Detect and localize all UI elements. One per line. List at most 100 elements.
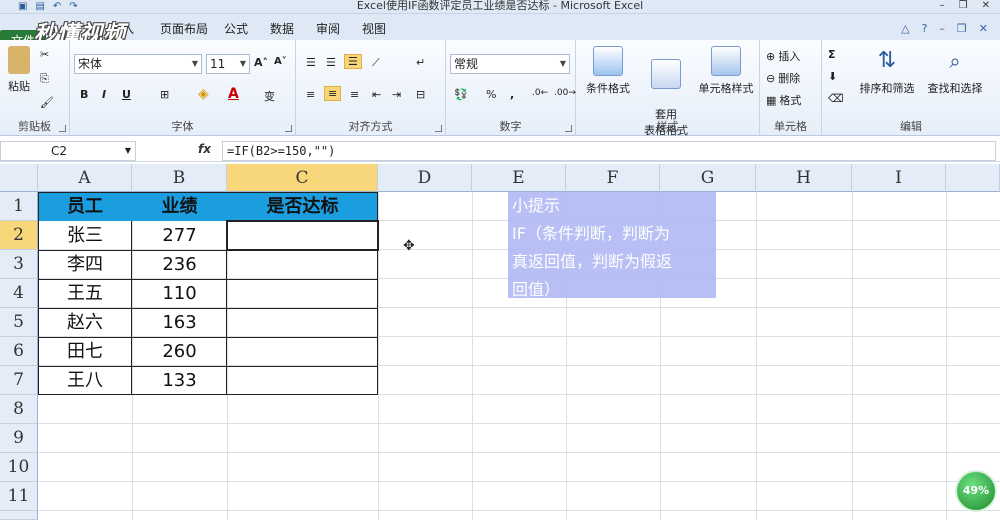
column-header-c[interactable]: C — [227, 164, 378, 192]
close-icon[interactable]: ✕ — [982, 0, 990, 11]
minimize-icon[interactable]: – — [940, 0, 945, 11]
help-icon[interactable]: ? — [922, 22, 928, 35]
group-font: 宋体 ▼ 11 ▼ A˄ A˅ B I U ⊞ ◈ A 变 字体 — [70, 40, 296, 136]
cell-styles-button[interactable]: 单元格样式 — [694, 46, 758, 96]
row-header-12[interactable] — [0, 511, 38, 520]
column-header-i[interactable]: I — [852, 164, 946, 192]
sort-filter-button[interactable]: ⇅ 排序和筛选 — [854, 46, 920, 96]
column-header-f[interactable]: F — [566, 164, 660, 192]
row-header-5[interactable]: 5 — [0, 308, 38, 337]
find-select-label: 查找和选择 — [927, 82, 983, 95]
collapse-ribbon-icon[interactable]: △ — [901, 22, 909, 35]
row-header-10[interactable]: 10 — [0, 453, 38, 482]
restore-icon[interactable]: ❐ — [959, 0, 968, 11]
decrease-indent-icon[interactable]: ⇤ — [372, 88, 381, 101]
format-as-table-icon — [651, 59, 681, 89]
font-size-select[interactable]: 11 ▼ — [206, 54, 250, 74]
gridline — [38, 452, 1000, 453]
number-launcher-icon[interactable] — [565, 125, 572, 132]
align-left-icon[interactable]: ≡ — [306, 88, 315, 101]
chevron-down-icon: ▼ — [124, 146, 131, 155]
insert-cells-label: 插入 — [778, 50, 801, 63]
tab-page-layout[interactable]: 页面布局 — [160, 20, 208, 37]
increase-decimal-icon[interactable]: .0← — [532, 88, 548, 98]
delete-cells-label: 删除 — [778, 72, 801, 85]
row-header-7[interactable]: 7 — [0, 366, 38, 395]
decrease-decimal-icon[interactable]: .00→ — [554, 88, 576, 98]
fill-icon[interactable]: ⬇ — [828, 70, 837, 83]
select-all-corner[interactable] — [0, 164, 38, 192]
align-center-icon[interactable]: ≡ — [324, 86, 342, 101]
clipboard-launcher-icon[interactable] — [59, 125, 66, 132]
row-header-3[interactable]: 3 — [0, 250, 38, 279]
alignment-group-label: 对齐方式 — [348, 120, 393, 133]
insert-cells-button[interactable]: ⊕ 插入 — [766, 48, 800, 64]
doc-minimize-icon[interactable]: – — [939, 22, 945, 35]
copy-icon[interactable]: ⎘ — [40, 72, 49, 86]
doc-close-icon[interactable]: ✕ — [979, 22, 988, 35]
column-header-j[interactable] — [946, 164, 1000, 192]
row-header-6[interactable]: 6 — [0, 337, 38, 366]
increase-indent-icon[interactable]: ⇥ — [392, 88, 401, 101]
align-top-icon[interactable]: ☰ — [306, 56, 316, 69]
percent-button[interactable]: % — [486, 88, 496, 101]
delete-cells-button[interactable]: ⊖ 删除 — [766, 70, 800, 86]
insert-function-button[interactable]: fx — [198, 142, 211, 156]
name-box[interactable]: C2 ▼ — [0, 141, 136, 161]
format-painter-icon[interactable]: 🖌 — [40, 96, 54, 109]
doc-restore-icon[interactable]: ❐ — [957, 22, 967, 35]
autosum-icon[interactable]: Σ — [828, 48, 836, 61]
editing-group-label: 编辑 — [900, 120, 922, 133]
shrink-font-icon[interactable]: A˅ — [274, 56, 287, 67]
row-header-1[interactable]: 1 — [0, 192, 38, 221]
paste-button[interactable]: 粘贴 — [4, 46, 34, 94]
progress-badge: 49% — [955, 470, 997, 512]
tip-textbox[interactable]: 小提示 IF（条件判断，判断为 真返回值，判断为假返 回值） — [508, 192, 716, 299]
conditional-format-button[interactable]: 条件格式 — [580, 46, 636, 96]
group-clipboard: 粘贴 ✂ ⎘ 🖌 剪贴板 — [0, 40, 70, 136]
alignment-launcher-icon[interactable] — [435, 125, 442, 132]
currency-icon[interactable]: 💱 — [454, 88, 468, 101]
column-header-b[interactable]: B — [132, 164, 227, 192]
row-header-11[interactable]: 11 — [0, 482, 38, 511]
merge-center-icon[interactable]: ⊟ — [416, 88, 425, 101]
cut-icon[interactable]: ✂ — [40, 48, 49, 61]
grow-font-icon[interactable]: A˄ — [254, 56, 268, 69]
tab-review[interactable]: 审阅 — [316, 20, 340, 37]
align-middle-icon[interactable]: ☰ — [326, 56, 336, 69]
column-header-a[interactable]: A — [38, 164, 132, 192]
column-header-g[interactable]: G — [660, 164, 756, 192]
ribbon-tabs: 文件 插入 页面布局 公式 数据 审阅 视图 △ ? – ❐ ✕ — [0, 14, 1000, 54]
font-name-select[interactable]: 宋体 ▼ — [74, 54, 202, 74]
tab-data[interactable]: 数据 — [270, 20, 294, 37]
find-select-button[interactable]: ⌕ 查找和选择 — [922, 46, 988, 96]
clear-icon[interactable]: ⌫ — [828, 92, 844, 105]
row-header-4[interactable]: 4 — [0, 279, 38, 308]
fill-color-icon[interactable]: ◈ — [198, 86, 209, 102]
wrap-text-icon[interactable]: ↵ — [416, 56, 425, 69]
row-header-2[interactable]: 2 — [0, 221, 38, 250]
comma-button[interactable]: , — [510, 88, 514, 101]
tab-view[interactable]: 视图 — [362, 20, 386, 37]
tab-formulas[interactable]: 公式 — [224, 20, 248, 37]
formula-input[interactable]: =IF(B2>=150,"") — [222, 141, 996, 161]
column-header-h[interactable]: H — [756, 164, 852, 192]
row-header-9[interactable]: 9 — [0, 424, 38, 453]
row-header-8[interactable]: 8 — [0, 395, 38, 424]
italic-button[interactable]: I — [102, 88, 106, 101]
gridline — [756, 192, 757, 520]
phonetic-button[interactable]: 变 — [264, 88, 275, 104]
number-format-select[interactable]: 常规 ▼ — [450, 54, 570, 74]
font-color-icon[interactable]: A — [228, 86, 239, 102]
underline-button[interactable]: U — [122, 88, 131, 101]
align-bottom-icon[interactable]: ☰ — [344, 54, 362, 69]
format-cells-button[interactable]: ▦ 格式 — [766, 92, 801, 108]
bold-button[interactable]: B — [80, 88, 88, 101]
orientation-icon[interactable]: ⟋ — [372, 56, 380, 70]
borders-icon[interactable]: ⊞ — [160, 88, 169, 101]
font-launcher-icon[interactable] — [285, 125, 292, 132]
column-header-d[interactable]: D — [378, 164, 472, 192]
group-cells: ⊕ 插入 ⊖ 删除 ▦ 格式 单元格 — [760, 40, 822, 136]
column-header-e[interactable]: E — [472, 164, 566, 192]
align-right-icon[interactable]: ≡ — [350, 88, 359, 101]
